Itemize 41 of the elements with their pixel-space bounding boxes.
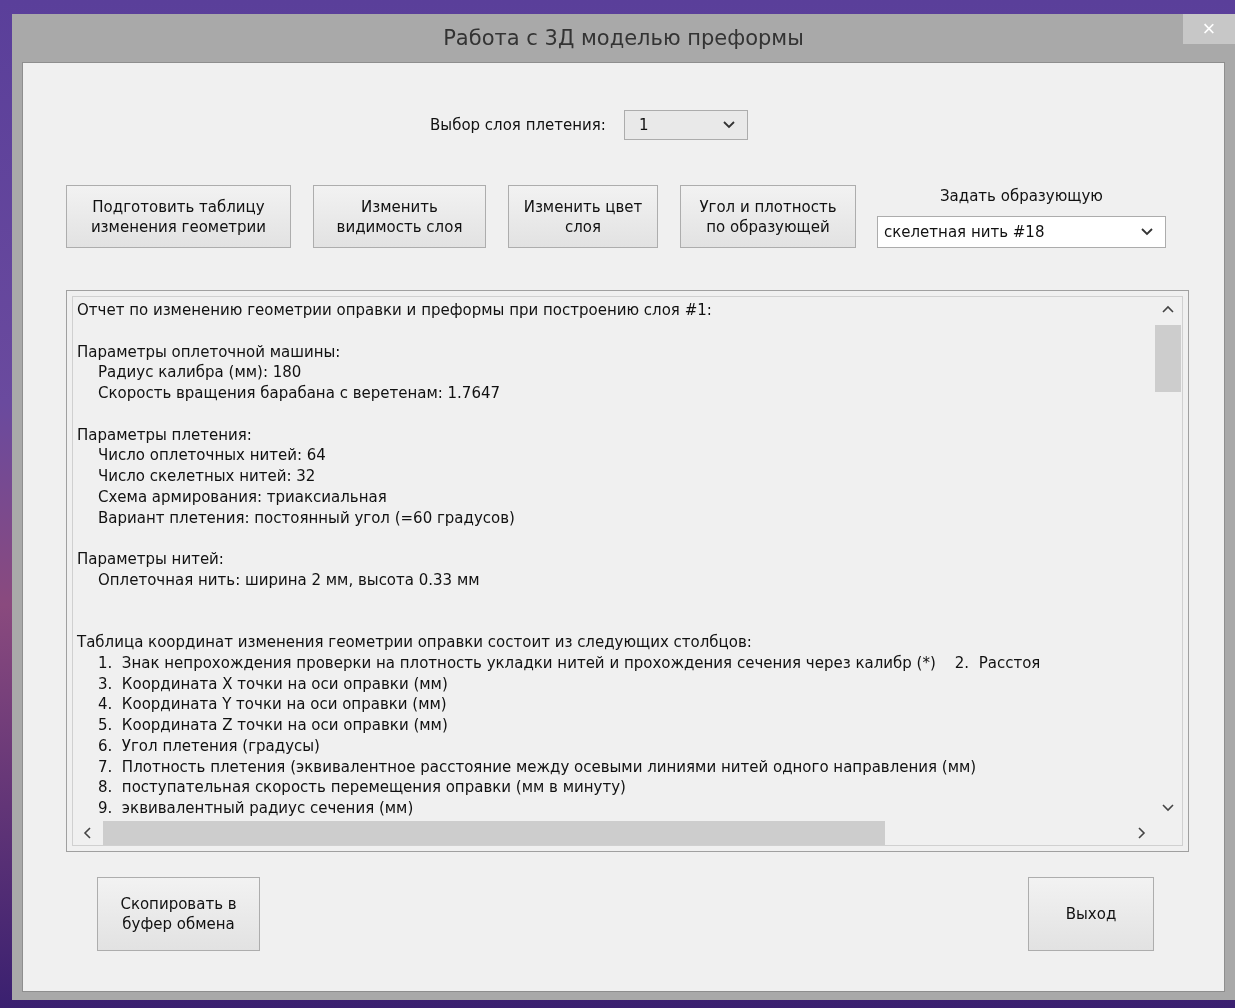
scroll-right-icon[interactable] xyxy=(1138,826,1146,839)
chevron-icon xyxy=(1141,228,1153,236)
report-line: 8. поступательная скорость перемещения оправки (мм в минуту) xyxy=(97,777,627,798)
scroll-thumb[interactable] xyxy=(103,820,885,845)
report-line: 4. Координата Y точки на оси оправки (мм) xyxy=(97,694,448,715)
report-line: Отчет по изменению геометрии оправки и преформы при построению слоя #1: xyxy=(77,300,713,321)
horizontal-scrollbar[interactable] xyxy=(72,820,1183,846)
report-line: Схема армирования: триаксиальная xyxy=(97,486,388,508)
report-line: Параметры оплеточной машины: xyxy=(77,341,342,363)
report-line: Параметры нитей: xyxy=(77,549,225,570)
generatrix-dropdown[interactable]: скелетная нить #18 xyxy=(877,216,1166,248)
action-button[interactable]: Подготовить таблицу изменения геометрии xyxy=(66,185,291,248)
action-button[interactable]: Изменить видимость слоя xyxy=(313,185,486,248)
scroll-down-icon[interactable] xyxy=(1162,804,1174,812)
layer-label: Выбор слоя плетения: xyxy=(430,116,606,134)
action-button[interactable]: Угол и плотность по образующей xyxy=(680,185,856,248)
report-line: Вариант плетения: постоянный угол (=60 градусов) xyxy=(97,507,516,529)
chevron-icon xyxy=(722,121,735,129)
scroll-up-icon[interactable] xyxy=(1162,305,1174,313)
report-line: Таблица координат изменения геометрии оправки состоит из следующих столбцов: xyxy=(77,632,753,653)
layer-dropdown[interactable]: 1 xyxy=(623,110,748,140)
generatrix-label: Задать образующую xyxy=(940,187,1103,205)
report-line: Параметры плетения: xyxy=(77,424,253,446)
report-line: Оплеточная нить: ширина 2 мм, высота 0.33 мм xyxy=(97,569,481,591)
report-line: 7. Плотность плетения (эквивалентное расстояние между осевыми линиями нитей одного направления (мм) xyxy=(97,756,978,778)
window-title: Работа с 3Д моделью преформы xyxy=(443,26,804,50)
report-line: 1. Знак непрохождения проверки на плотность укладки нитей и прохождения сечения через калибр (*) 2. Расстоя xyxy=(97,652,1042,674)
report-line: 6. Угол плетения (градусы) xyxy=(97,735,321,757)
exit-button[interactable]: Выход xyxy=(1028,877,1154,951)
report-text-area[interactable] xyxy=(66,290,1189,852)
report-line: 9. эквивалентный радиус сечения (мм) xyxy=(97,798,415,819)
report-line: Радиус калибра (мм): 180 xyxy=(97,362,303,383)
scroll-left-icon[interactable] xyxy=(83,826,91,839)
report-line: Число скелетных нитей: 32 xyxy=(97,466,317,487)
report-line: 3. Координата X точки на оси оправки (мм) xyxy=(97,673,449,695)
report-line: Скорость вращения барабана с веретенам: 1.7647 xyxy=(97,383,502,404)
action-button[interactable]: Изменить цвет слоя xyxy=(508,185,658,248)
copy-button[interactable]: Скопировать в буфер обмена xyxy=(97,877,260,951)
scroll-thumb[interactable] xyxy=(1155,325,1181,392)
report-line: 5. Координата Z точки на оси оправки (мм) xyxy=(97,715,449,736)
report-line: Число оплеточных нитей: 64 xyxy=(97,445,327,466)
